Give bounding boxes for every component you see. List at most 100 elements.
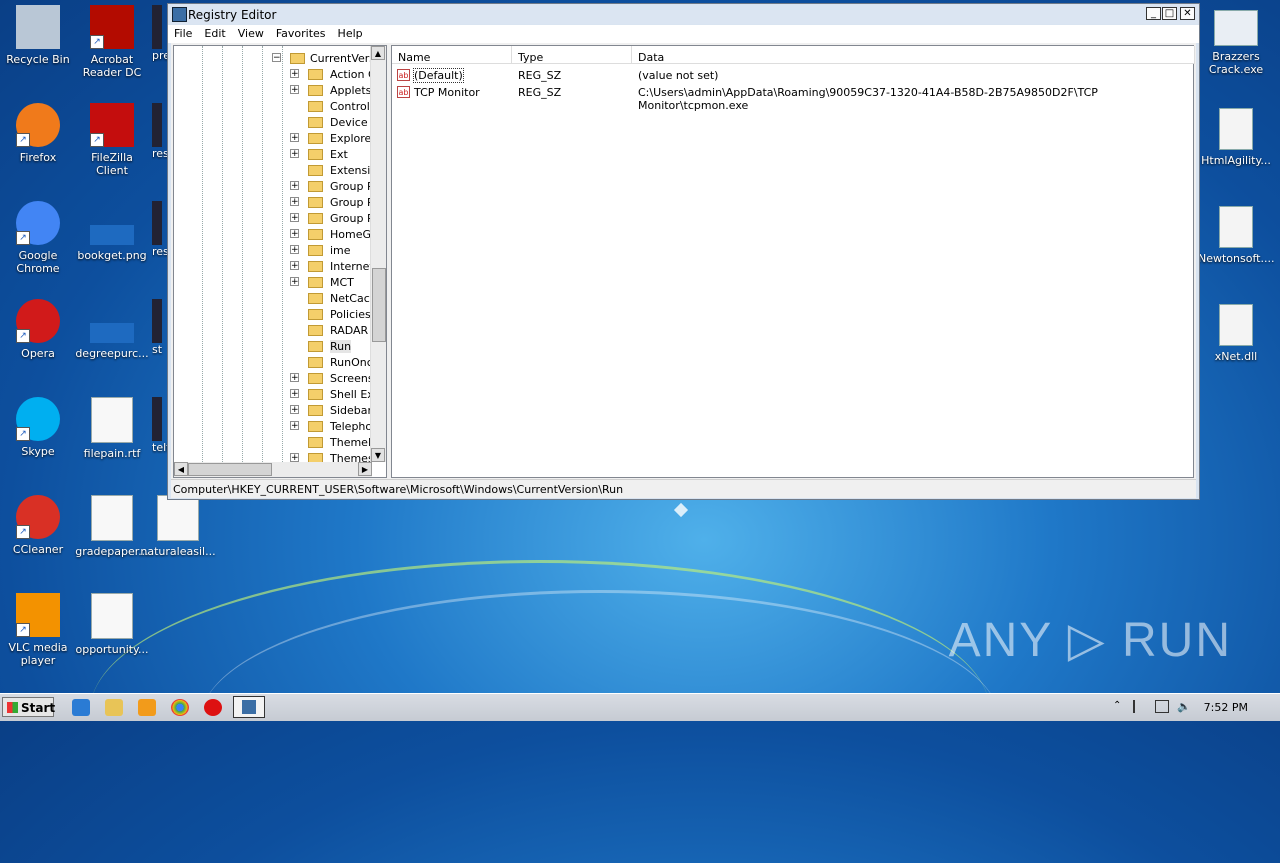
scroll-thumb[interactable] — [188, 463, 272, 476]
desktop-icon[interactable]: ↗ Opera — [0, 299, 76, 360]
minimize-button[interactable]: _ — [1146, 7, 1161, 20]
folder-icon — [308, 229, 323, 240]
expand-toggle[interactable]: + — [290, 389, 299, 399]
expand-toggle[interactable]: + — [290, 85, 299, 95]
desktop-icon[interactable]: Brazzers Crack.exe — [1198, 10, 1274, 76]
expand-toggle[interactable]: + — [290, 277, 299, 287]
scroll-left-button[interactable]: ◀ — [174, 462, 188, 476]
desktop-icon[interactable]: gradepaper... — [74, 495, 150, 558]
client-area: − CurrentVers + Action C + Applets Controls D… — [171, 43, 1196, 480]
expand-toggle[interactable]: + — [290, 229, 299, 239]
desktop-icon[interactable]: Recycle Bin — [0, 5, 76, 66]
desktop-icon-label: CCleaner — [12, 543, 64, 556]
column-header-name[interactable]: Name — [392, 46, 512, 64]
menu-view[interactable]: View — [232, 25, 270, 40]
desktop-icon[interactable]: ↗ VLC media player — [0, 593, 76, 667]
desktop-icon-label: degreepurc... — [75, 347, 149, 360]
column-header-data[interactable]: Data — [632, 46, 1195, 64]
exe-icon — [1214, 10, 1258, 46]
menu-help[interactable]: Help — [332, 25, 369, 40]
desktop-icon-label: FileZilla Client — [91, 151, 133, 177]
registry-key-tree[interactable]: − CurrentVers + Action C + Applets Controls D… — [173, 45, 387, 478]
desktop-icon[interactable]: naturaleasil... — [140, 495, 216, 558]
internet-explorer-icon[interactable] — [72, 699, 90, 716]
desktop-icon[interactable]: ↗ Skype — [0, 397, 76, 458]
desktop-icon[interactable]: xNet.dll — [1198, 304, 1274, 363]
shortcut-arrow-icon: ↗ — [90, 35, 104, 49]
regedit-taskbar-button[interactable] — [233, 696, 265, 718]
expand-toggle[interactable]: + — [290, 149, 299, 159]
clock[interactable]: 7:52 PM — [1204, 701, 1248, 714]
volume-icon[interactable]: 🔈 — [1177, 700, 1191, 713]
desktop-icon[interactable]: ↗ Acrobat Reader DC — [74, 5, 150, 79]
maximize-button[interactable]: □ — [1162, 7, 1177, 20]
scroll-down-button[interactable]: ▼ — [371, 448, 385, 462]
tree-node-label: Action C — [330, 68, 376, 81]
wallpaper-sparkle — [673, 502, 689, 518]
tree-node-label: Controls — [330, 100, 376, 113]
shortcut-arrow-icon: ↗ — [16, 525, 30, 539]
string-value-icon: ab — [397, 86, 410, 98]
tree-node-label: ime — [330, 244, 351, 257]
tree-vertical-scrollbar[interactable]: ▲ ▼ — [370, 46, 386, 462]
menu-edit[interactable]: Edit — [198, 25, 231, 40]
collapse-toggle[interactable]: − — [272, 53, 281, 63]
tree-guide-line — [262, 46, 263, 466]
image-file-icon — [90, 225, 134, 245]
value-type: REG_SZ — [518, 69, 562, 82]
desktop-icon[interactable]: HtmlAgility... — [1198, 108, 1274, 167]
partial-icon — [152, 397, 162, 441]
title-bar[interactable]: Registry Editor _ □ ✕ — [168, 4, 1199, 24]
scroll-right-button[interactable]: ▶ — [358, 462, 372, 476]
expand-toggle[interactable]: + — [290, 197, 299, 207]
desktop-icon[interactable]: filepain.rtf — [74, 397, 150, 460]
value-name: (Default) — [413, 68, 464, 83]
desktop-icon[interactable]: Newtonsoft.... — [1198, 206, 1274, 265]
opera-icon[interactable] — [204, 699, 222, 716]
desktop-icon-label: Firefox — [19, 151, 57, 164]
chrome-icon: ↗ — [16, 201, 60, 245]
dll-icon — [1219, 108, 1253, 150]
action-center-flag-icon[interactable] — [1133, 700, 1149, 713]
folder-icon — [308, 277, 323, 288]
expand-toggle[interactable]: + — [290, 69, 299, 79]
menu-favorites[interactable]: Favorites — [270, 25, 332, 40]
desktop-icon[interactable]: ↗ CCleaner — [0, 495, 76, 556]
expand-toggle[interactable]: + — [290, 405, 299, 415]
values-list[interactable]: Name Type Data ab (Default) REG_SZ (value n… — [391, 45, 1195, 478]
folder-icon — [308, 261, 323, 272]
menu-file[interactable]: File — [168, 25, 198, 40]
folder-icon — [308, 165, 323, 176]
expand-toggle[interactable]: + — [290, 213, 299, 223]
tree-horizontal-scrollbar[interactable]: ◀ ▶ — [174, 462, 372, 477]
show-hidden-icons-icon[interactable]: ⌃ — [1113, 700, 1127, 713]
network-icon[interactable] — [1155, 700, 1169, 713]
scroll-up-button[interactable]: ▲ — [371, 46, 385, 60]
expand-toggle[interactable]: + — [290, 261, 299, 271]
desktop-icon[interactable]: bookget.png — [74, 201, 150, 262]
desktop-icon[interactable]: ↗ Google Chrome — [0, 201, 76, 275]
desktop-icon-label: Brazzers Crack.exe — [1208, 50, 1264, 76]
registry-value-row[interactable]: ab (Default) REG_SZ (value not set) — [392, 67, 1193, 84]
chrome-icon[interactable] — [171, 699, 189, 716]
expand-toggle[interactable]: + — [290, 181, 299, 191]
expand-toggle[interactable]: + — [290, 373, 299, 383]
media-player-icon[interactable] — [138, 699, 156, 716]
desktop-icon[interactable]: degreepurc... — [74, 299, 150, 360]
expand-toggle[interactable]: + — [290, 245, 299, 255]
start-button[interactable]: Start — [2, 697, 55, 717]
column-header-type[interactable]: Type — [512, 46, 632, 64]
file-explorer-icon[interactable] — [105, 699, 123, 716]
desktop-icon[interactable]: ↗ Firefox — [0, 103, 76, 164]
desktop-icon[interactable]: opportunity... — [74, 593, 150, 656]
desktop-icon[interactable]: ↗ FileZilla Client — [74, 103, 150, 177]
expand-toggle[interactable]: + — [290, 453, 299, 463]
folder-icon — [308, 181, 323, 192]
registry-value-row[interactable]: ab TCP Monitor REG_SZ C:\Users\admin\AppDat… — [392, 84, 1193, 112]
expand-toggle[interactable]: + — [290, 133, 299, 143]
expand-toggle[interactable]: + — [290, 421, 299, 431]
scroll-thumb[interactable] — [372, 268, 386, 342]
filezilla-icon: ↗ — [90, 103, 134, 147]
close-button[interactable]: ✕ — [1180, 7, 1195, 20]
folder-icon — [308, 309, 323, 320]
